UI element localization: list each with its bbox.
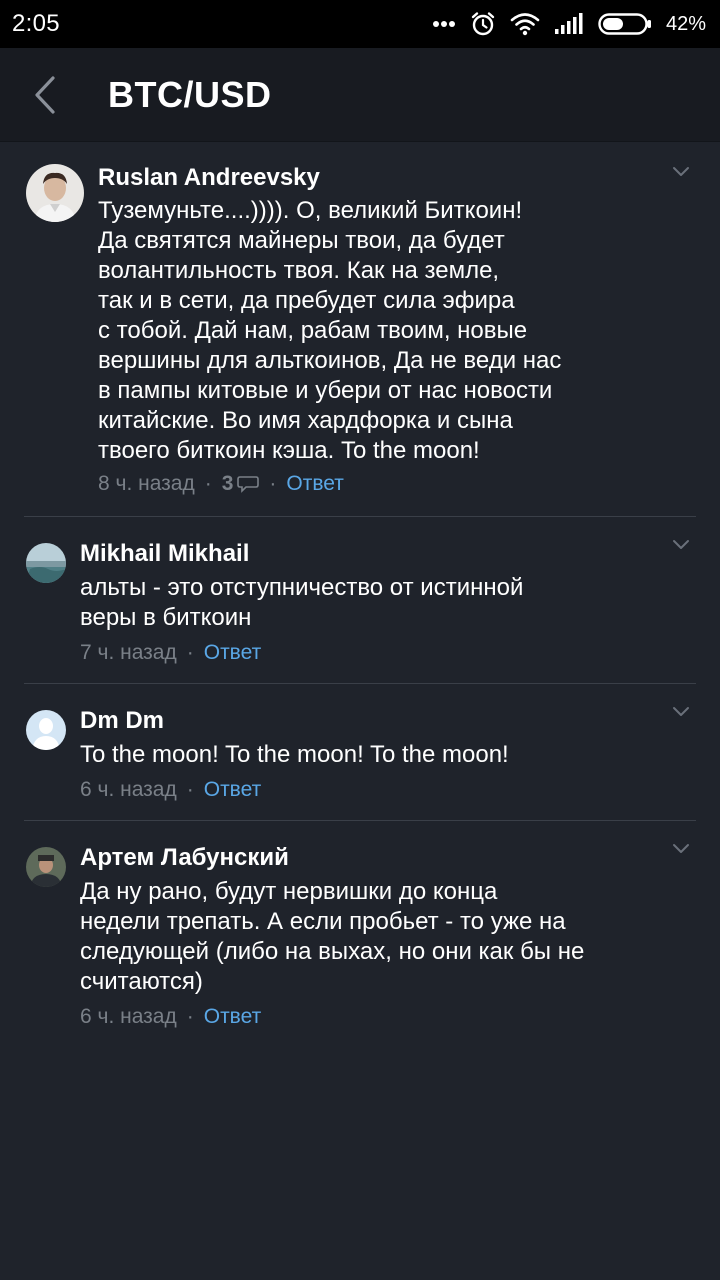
comment-meta: 8 ч. назад · 3 · Ответ [98,472,696,496]
comment-author[interactable]: Mikhail Mikhail [80,539,696,569]
avatar[interactable] [26,847,66,887]
comment-time: 6 ч. назад [80,778,177,801]
avatar[interactable] [26,543,66,583]
wifi-icon [510,13,540,36]
app-bar: BTC/USD [0,48,720,142]
replies-count[interactable]: 3 [222,472,234,496]
comments-list: Ruslan Andreevsky Туземуньте....)))). О,… [0,142,720,1047]
reply-button[interactable]: Ответ [286,472,343,496]
reply-button[interactable]: Ответ [204,641,261,665]
alarm-icon [471,12,495,36]
comment-meta: 7 ч. назад · Ответ [80,641,696,665]
status-bar: 2:05 42% [0,0,720,48]
chevron-down-icon[interactable] [672,166,690,178]
separator-dot: · [186,641,194,664]
back-button[interactable] [0,48,90,142]
comment-meta: 6 ч. назад · Ответ [80,778,696,802]
signal-icon [554,13,583,34]
speech-bubble-icon [237,476,260,493]
separator-dot: · [269,472,277,495]
comment-author[interactable]: Dm Dm [80,706,696,736]
battery-icon [598,13,651,35]
separator-dot: · [186,778,194,801]
avatar[interactable] [26,164,84,222]
comment-time: 8 ч. назад [98,472,195,495]
chevron-left-icon [35,75,55,114]
comment-time: 7 ч. назад [80,641,177,664]
comment-item: Dm Dm To the moon! To the moon! To the m… [24,684,696,821]
separator-dot: · [186,1005,194,1028]
page-title: BTC/USD [108,73,272,115]
comment-text: альты - это отступничество от истинной в… [80,574,524,631]
avatar[interactable] [26,710,66,750]
chevron-down-icon[interactable] [672,843,690,855]
separator-dot: · [204,472,212,495]
chevron-down-icon[interactable] [672,706,690,718]
comment-item: Mikhail Mikhail альты - это отступничест… [24,517,696,684]
comment-author[interactable]: Артем Лабунский [80,843,696,873]
comment-text: Да ну рано, будут нервишки до конца неде… [80,878,585,995]
reply-button[interactable]: Ответ [204,778,261,802]
reply-button[interactable]: Ответ [204,1005,261,1029]
comment-author[interactable]: Ruslan Andreevsky [98,164,696,192]
status-icons: 42% [432,11,706,37]
comment-item: Ruslan Andreevsky Туземуньте....)))). О,… [24,142,696,517]
comment-text: Туземуньте....)))). О, великий Биткоин! … [98,197,562,464]
comment-text: To the moon! To the moon! To the moon! [80,741,509,768]
comment-meta: 6 ч. назад · Ответ [80,1005,696,1029]
comment-time: 6 ч. назад [80,1005,177,1028]
comment-item: Артем Лабунский Да ну рано, будут нервиш… [24,821,696,1047]
battery-percent: 42% [665,12,706,35]
chevron-down-icon[interactable] [672,539,690,551]
status-time: 2:05 [12,10,60,37]
more-dots-icon [432,21,455,27]
